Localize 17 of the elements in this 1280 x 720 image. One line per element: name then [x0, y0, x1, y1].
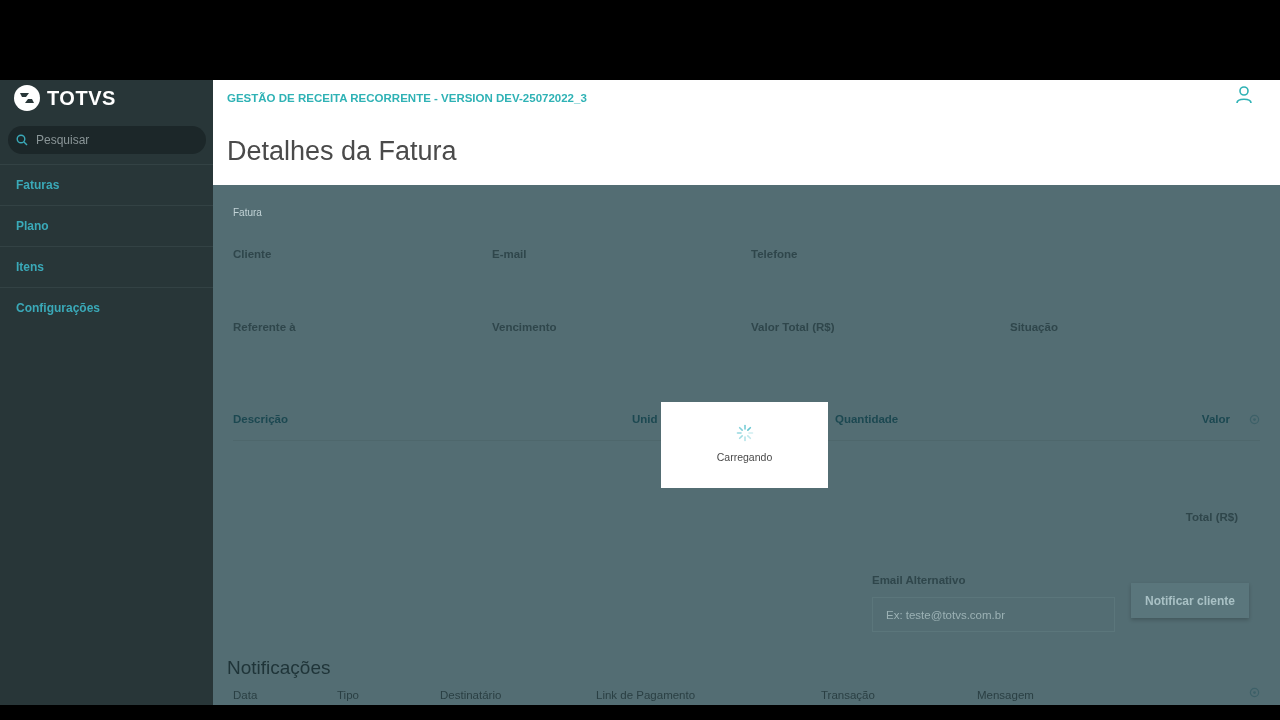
spinner-icon — [735, 424, 754, 443]
logo-icon — [13, 84, 41, 112]
notify-button[interactable]: Notificar cliente — [1130, 583, 1249, 618]
section-label: Fatura — [233, 206, 263, 220]
search-icon — [16, 134, 28, 146]
column-header: Descrição — [233, 411, 289, 427]
section-title: Notificações — [227, 656, 332, 681]
search-input[interactable]: Pesquisar — [34, 130, 184, 150]
search-field[interactable]: Pesquisar — [8, 126, 206, 154]
page-title: Detalhes da Fatura — [227, 135, 458, 169]
column-header: Valor — [1201, 411, 1230, 427]
column-header: Quantidade — [835, 411, 900, 427]
email-input[interactable]: Ex: teste@totvs.com.br — [871, 597, 1115, 633]
loading-text: Carregando — [716, 450, 773, 466]
user-icon[interactable] — [1236, 86, 1252, 104]
logo-text: TOTVS — [47, 86, 116, 111]
app-subtitle: GESTÃO DE RECEITA RECORRENTE - VERSION DEV-25072022_3 — [227, 91, 587, 106]
